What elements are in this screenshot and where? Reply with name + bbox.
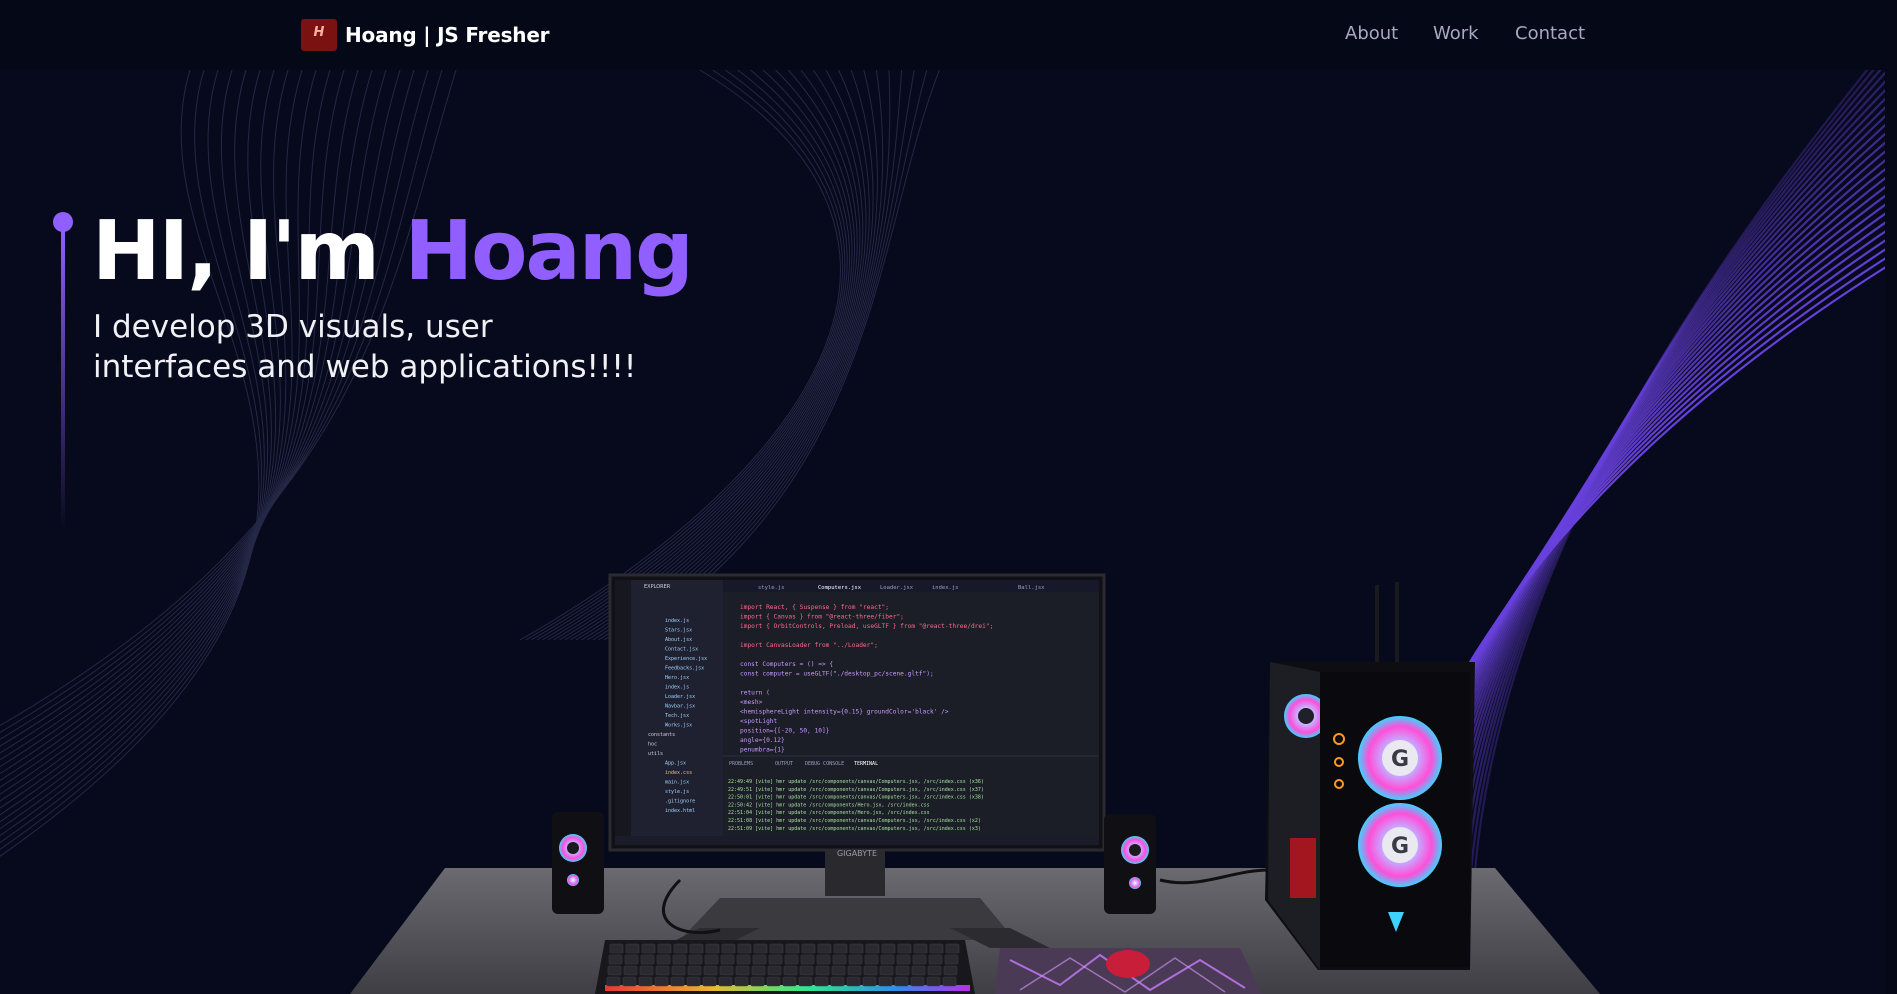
editor-tab[interactable]: Loader.jsx: [880, 585, 914, 591]
desktop-pc-3d-canvas[interactable]: EXPLORER index.js Stars.jsx About.jsx Conta…: [0, 0, 1897, 994]
left-speaker: [552, 812, 604, 914]
monitor-brand: GIGABYTE: [837, 849, 877, 858]
svg-text:G: G: [1391, 747, 1409, 772]
explorer-file: About.jsx: [665, 637, 692, 643]
explorer-file: style.js: [665, 789, 689, 795]
explorer-file: constants: [648, 732, 675, 738]
portfolio-page: H Hoang | JS Fresher About Work Contact …: [0, 0, 1897, 994]
explorer-file: index.html: [665, 808, 695, 814]
code-line: <hemisphereLight intensity={0.15} ground…: [740, 709, 949, 716]
code-line: angle={0.12}: [740, 737, 785, 744]
explorer-file: Works.jsx: [665, 723, 692, 729]
panel-tab[interactable]: PROBLEMS: [729, 761, 753, 767]
editor-tab[interactable]: Computers.jsx: [818, 585, 862, 591]
terminal-line: 22:51:08 [vite] hmr update /src/componen…: [728, 818, 981, 824]
code-line: const Computers = () => {: [740, 661, 833, 668]
code-line: <mesh>: [740, 699, 763, 706]
page-scrollbar[interactable]: [1885, 0, 1897, 994]
explorer-file: Contact.jsx: [665, 647, 698, 653]
terminal-line: 22:49:49 [vite] hmr update /src/componen…: [728, 779, 984, 785]
terminal-line: 22:50:42 [vite] hmr update /src/componen…: [728, 802, 930, 808]
panel-tab[interactable]: OUTPUT: [775, 761, 793, 767]
explorer-file: Tech.jsx: [665, 713, 689, 719]
code-line: import CanvasLoader from "../Loader";: [740, 642, 878, 649]
code-line: <spotLight: [740, 718, 778, 725]
explorer-file: utils: [648, 751, 663, 757]
right-speaker: [1104, 814, 1156, 914]
explorer-file: main.jsx: [665, 780, 689, 786]
code-line: penumbra={1}: [740, 747, 785, 754]
terminal-line: 22:51:04 [vite] hmr update /src/componen…: [728, 810, 930, 816]
monitor: EXPLORER index.js Stars.jsx About.jsx Conta…: [608, 573, 1106, 852]
code-line: import React, { Suspense } from "react";: [740, 604, 889, 611]
explorer-file: index.css: [665, 770, 692, 776]
code-line: return (: [740, 690, 770, 697]
editor-tab[interactable]: Ball.jsx: [1018, 585, 1045, 591]
mouse: [1106, 950, 1150, 978]
explorer-file: App.jsx: [665, 761, 686, 767]
editor-tab[interactable]: style.js: [758, 585, 785, 591]
explorer-file: Navbar.jsx: [665, 704, 695, 710]
terminal-line: 22:49:51 [vite] hmr update /src/componen…: [728, 787, 984, 793]
explorer-file: index.js: [665, 618, 689, 624]
explorer-file: Stars.jsx: [665, 628, 692, 634]
explorer-file: hoc: [648, 742, 657, 748]
explorer-file: Loader.jsx: [665, 694, 695, 700]
panel-tab[interactable]: DEBUG CONSOLE: [805, 761, 844, 767]
code-line: position={[-20, 50, 10]}: [740, 728, 830, 735]
panel-tab[interactable]: TERMINAL: [854, 761, 878, 767]
explorer-file: index.js: [665, 685, 689, 691]
explorer-file: Feedbacks.jsx: [665, 666, 704, 672]
code-line: const computer = useGLTF("./desktop_pc/s…: [740, 671, 934, 678]
explorer-file: Hero.jsx: [665, 675, 689, 681]
terminal-line: 22:50:01 [vite] hmr update /src/componen…: [728, 795, 984, 801]
explorer-file: .gitignore: [665, 799, 695, 805]
keyboard: [595, 940, 975, 994]
svg-text:G: G: [1391, 834, 1409, 859]
explorer-title: EXPLORER: [644, 584, 671, 590]
editor-tab[interactable]: index.js: [932, 585, 959, 591]
explorer-file: Experience.jsx: [665, 656, 707, 662]
code-line: import { Canvas } from "@react-three/fib…: [740, 614, 904, 621]
code-line: import { OrbitControls, Preload, useGLTF…: [740, 623, 993, 630]
pc-tower: G G: [1265, 582, 1475, 970]
terminal-line: 22:51:09 [vite] hmr update /src/componen…: [728, 826, 981, 832]
